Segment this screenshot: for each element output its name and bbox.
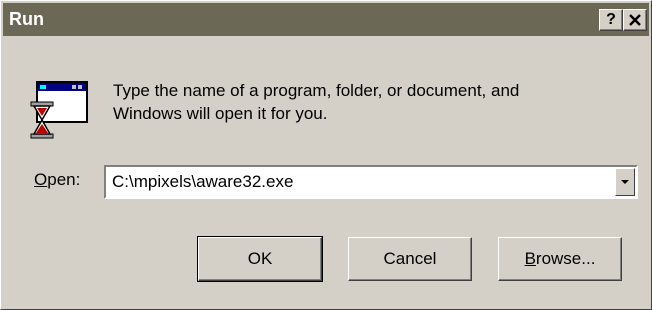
chevron-down-icon [621,180,629,184]
browse-accel: B [524,249,536,268]
run-dialog: Run ? Type the name of a program, folder… [0,0,652,310]
open-label-accel: O [34,170,48,189]
cancel-button[interactable]: Cancel [348,237,472,281]
instruction-line-2: Windows will open it for you. [113,104,328,123]
open-input[interactable]: C:\mpixels\aware32.exe [112,172,293,192]
open-label-rest: pen: [47,170,81,189]
open-label: Open: [34,170,80,190]
open-combobox[interactable]: C:\mpixels\aware32.exe [104,165,638,199]
title-bar[interactable]: Run ? [3,3,649,36]
help-button[interactable]: ? [599,9,623,31]
window-title: Run [9,9,44,29]
run-program-icon [30,81,88,139]
dropdown-button[interactable] [615,168,635,196]
browse-button[interactable]: Browse... [498,237,622,281]
instruction-line-1: Type the name of a program, folder, or d… [113,81,520,100]
browse-rest: rowse... [535,249,596,268]
instruction-text: Type the name of a program, folder, or d… [113,79,633,125]
close-icon [629,14,641,26]
close-button[interactable] [623,9,647,31]
ok-button[interactable]: OK [197,236,323,282]
